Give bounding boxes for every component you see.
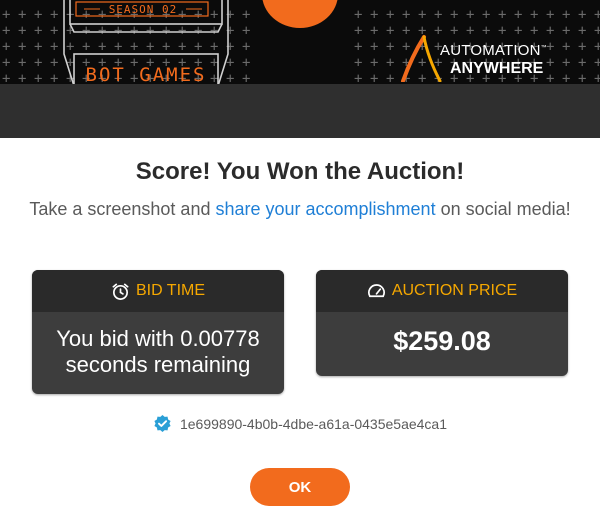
bid-time-value: You bid with 0.00778 seconds remaining xyxy=(32,312,284,378)
grid-plus-mark: + xyxy=(562,7,571,23)
grid-plus-mark: + xyxy=(18,55,27,71)
grid-plus-mark: + xyxy=(594,55,600,71)
grid-plus-mark: + xyxy=(34,23,43,39)
bid-time-line-1: You bid with 0.00778 xyxy=(56,326,260,351)
verified-badge-icon xyxy=(154,414,171,433)
grid-plus-mark: + xyxy=(18,39,27,55)
bid-time-line-2: seconds remaining xyxy=(65,352,251,377)
logo-line-automation: AUTOMATION xyxy=(440,42,541,59)
grid-plus-mark: + xyxy=(546,7,555,23)
grid-plus-mark: + xyxy=(482,7,491,23)
speedometer-icon xyxy=(367,283,385,297)
grid-plus-mark: + xyxy=(370,71,379,84)
logo-line-anywhere: ANYWHERE xyxy=(450,60,544,77)
grid-plus-mark: + xyxy=(18,71,27,84)
grid-plus-mark: + xyxy=(514,7,523,23)
bid-time-header: BID TIME xyxy=(32,270,284,312)
bid-time-card: BID TIME You bid with 0.00778 seconds re… xyxy=(32,270,284,394)
subtitle-suffix: on social media! xyxy=(435,199,571,219)
grid-plus-mark: + xyxy=(450,7,459,23)
transaction-id-row: 1e699890-4b0b-4dbe-a61a-0435e5ae4ca1 xyxy=(0,414,600,433)
share-accomplishment-link[interactable]: share your accomplishment xyxy=(215,199,435,219)
grid-plus-mark: + xyxy=(2,39,11,55)
grid-plus-mark: + xyxy=(34,55,43,71)
auction-price-card: AUCTION PRICE $259.08 xyxy=(316,270,568,376)
grid-plus-mark: + xyxy=(2,55,11,71)
grid-plus-mark: + xyxy=(594,39,600,55)
logo-mark-icon xyxy=(401,35,442,82)
grid-plus-mark: + xyxy=(578,39,587,55)
grid-plus-mark: + xyxy=(386,55,395,71)
grid-plus-mark: + xyxy=(242,23,251,39)
banner-dark-strip xyxy=(0,84,600,138)
grid-plus-mark: + xyxy=(370,55,379,71)
grid-plus-mark: + xyxy=(34,39,43,55)
grid-plus-mark: + xyxy=(530,7,539,23)
auction-price-header: AUCTION PRICE xyxy=(316,270,568,312)
subtitle-prefix: Take a screenshot and xyxy=(29,199,216,219)
grid-plus-mark: + xyxy=(594,23,600,39)
grid-plus-mark: + xyxy=(50,55,59,71)
grid-plus-mark: + xyxy=(50,39,59,55)
grid-plus-mark: + xyxy=(418,7,427,23)
grid-plus-mark: + xyxy=(370,23,379,39)
grid-plus-mark: + xyxy=(18,23,27,39)
grid-plus-mark: + xyxy=(386,71,395,84)
grid-plus-mark: + xyxy=(354,7,363,23)
grid-plus-mark: + xyxy=(2,23,11,39)
grid-plus-mark: + xyxy=(34,7,43,23)
grid-plus-mark: + xyxy=(594,7,600,23)
alarm-clock-icon xyxy=(112,283,129,300)
arcade-cabinet-graphic: SEASON 02 BOT GAMES xyxy=(63,0,229,84)
auction-price-label: AUCTION PRICE xyxy=(391,282,518,299)
grid-plus-mark: + xyxy=(386,7,395,23)
ok-button[interactable]: OK xyxy=(250,468,350,506)
grid-plus-mark: + xyxy=(50,23,59,39)
grid-plus-mark: + xyxy=(242,55,251,71)
grid-plus-mark: + xyxy=(594,71,600,84)
grid-plus-mark: + xyxy=(354,55,363,71)
grid-plus-mark: + xyxy=(466,7,475,23)
promo-banner: + + + + + + + + + + + + + + + + + + + + + + + + + + + + + + + + + + + + + + + +… xyxy=(0,0,600,84)
transaction-id-text: 1e699890-4b0b-4dbe-a61a-0435e5ae4ca1 xyxy=(179,415,448,432)
grid-plus-mark: + xyxy=(354,71,363,84)
grid-plus-mark: + xyxy=(50,71,59,84)
auction-price-value: $259.08 xyxy=(393,326,491,356)
grid-plus-mark: + xyxy=(370,7,379,23)
grid-plus-mark: + xyxy=(354,23,363,39)
grid-plus-mark: + xyxy=(498,7,507,23)
grid-plus-mark: + xyxy=(242,7,251,23)
grid-plus-mark: + xyxy=(18,7,27,23)
grid-plus-mark: + xyxy=(2,71,11,84)
modal-subtitle: Take a screenshot and share your accompl… xyxy=(20,197,580,221)
grid-plus-mark: + xyxy=(2,7,11,23)
season-label: SEASON 02 xyxy=(109,3,178,16)
grid-plus-mark: + xyxy=(578,71,587,84)
modal-title: Score! You Won the Auction! xyxy=(135,158,465,185)
grid-plus-mark: + xyxy=(434,7,443,23)
bot-games-label: BOT GAMES xyxy=(86,64,207,84)
grid-plus-mark: + xyxy=(242,39,251,55)
grid-plus-mark: + xyxy=(578,55,587,71)
grid-plus-mark: + xyxy=(386,39,395,55)
grid-plus-mark: + xyxy=(578,23,587,39)
grid-plus-mark: + xyxy=(370,39,379,55)
grid-plus-mark: + xyxy=(34,71,43,84)
grid-plus-mark: + xyxy=(242,71,251,84)
grid-plus-mark: + xyxy=(50,7,59,23)
grid-plus-mark: + xyxy=(578,7,587,23)
grid-plus-mark: + xyxy=(386,23,395,39)
automation-anywhere-logo: AUTOMATION™ ANYWHERE xyxy=(398,34,568,82)
grid-plus-mark: + xyxy=(402,7,411,23)
grid-plus-mark: + xyxy=(354,39,363,55)
logo-trademark: ™ xyxy=(540,45,547,51)
bid-time-label: BID TIME xyxy=(135,282,206,299)
